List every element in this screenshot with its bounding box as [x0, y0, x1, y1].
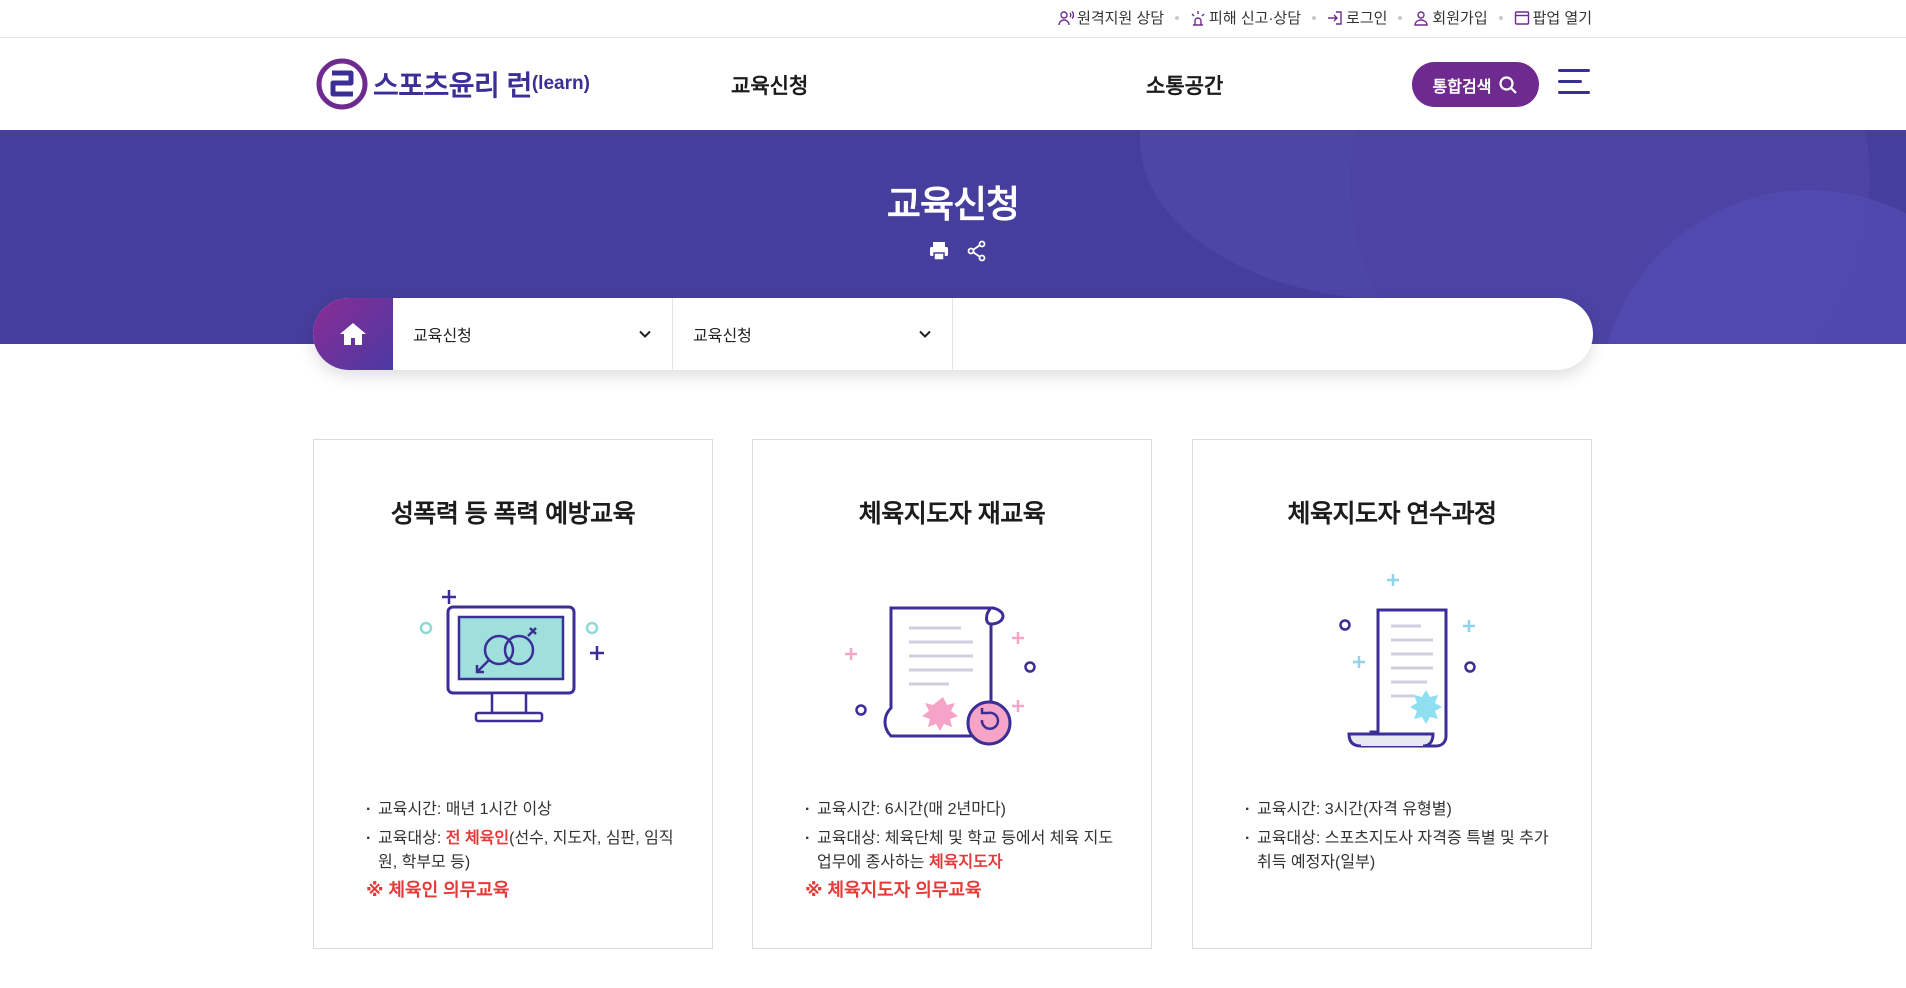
- home-icon: [340, 323, 366, 345]
- course-time: 교육시간: 6시간(매 2년마다): [805, 798, 1115, 822]
- document-certificate-icon: [1339, 574, 1476, 748]
- course-card-coach-training[interactable]: 체육지도자 연수과정 교육시간: 3시간(자격 유형별) 교육대상: 스포츠지도…: [1192, 439, 1592, 949]
- nav-community[interactable]: 소통공간: [1146, 70, 1223, 100]
- course-card-violence-prevention[interactable]: 성폭력 등 폭력 예방교육 교육시간: 매년 1시간 이상 교육대상: 전 체육…: [313, 439, 713, 949]
- share-icon[interactable]: [964, 238, 990, 264]
- home-button[interactable]: [313, 298, 393, 370]
- logo-subtext: (learn): [531, 73, 590, 94]
- course-title: 체육지도자 재교육: [858, 500, 1046, 528]
- report-label: 피해 신고·상담: [1209, 10, 1302, 27]
- user-icon: [1414, 10, 1429, 26]
- print-icon[interactable]: [926, 238, 952, 264]
- report-icon: [1191, 10, 1205, 26]
- signup-link[interactable]: 회원가입: [1413, 7, 1488, 28]
- course-target: 교육대상: 전 체육인(선수, 지도자, 심판, 임직원, 학부모 등): [366, 827, 676, 875]
- page-tools: [920, 238, 996, 264]
- course-target: 교육대상: 체육단체 및 학교 등에서 체육 지도 업무에 종사하는 체육지도자: [805, 827, 1115, 875]
- site-logo[interactable]: 스포츠윤리 런 (learn): [316, 58, 590, 110]
- login-label: 로그인: [1346, 10, 1388, 27]
- course-target-highlight: 전 체육인: [445, 830, 510, 847]
- course-info: 교육시간: 3시간(자격 유형별) 교육대상: 스포츠지도사 자격증 특별 및 …: [1245, 798, 1555, 875]
- search-button-label: 통합검색: [1432, 78, 1492, 96]
- login-link[interactable]: 로그인: [1327, 7, 1387, 28]
- course-title: 체육지도자 연수과정: [1287, 500, 1497, 528]
- popup-label: 팝업 열기: [1532, 10, 1592, 27]
- location-bar: 교육신청 교육신청: [313, 298, 1593, 370]
- chevron-down-icon: [919, 330, 931, 338]
- popup-open-link[interactable]: 팝업 열기: [1514, 7, 1592, 28]
- course-target-highlight: 체육지도자: [928, 854, 1003, 871]
- course-card-coach-retraining[interactable]: 체육지도자 재교육 교육시간: 6시간(매 2년마다) 교육대상: 체육단체 및…: [752, 439, 1152, 949]
- page-title: 교육신청: [886, 184, 1020, 225]
- logo-mark-icon: [316, 58, 368, 110]
- course-time: 교육시간: 3시간(자격 유형별): [1245, 798, 1555, 822]
- document-refresh-icon: [845, 606, 1036, 746]
- hamburger-line: [1558, 91, 1590, 94]
- course-time: 교육시간: 매년 1시간 이상: [366, 798, 676, 822]
- remote-support-icon: [1058, 10, 1075, 25]
- course-mandatory-note: ※ 체육인 의무교육: [366, 880, 510, 900]
- separator-dot: [1312, 15, 1317, 20]
- nav-education-apply[interactable]: 교육신청: [731, 70, 808, 100]
- chevron-down-icon: [639, 330, 651, 338]
- course-mandatory-note: ※ 체육지도자 의무교육: [805, 880, 982, 900]
- location-depth2-select[interactable]: 교육신청: [673, 298, 953, 370]
- course-target-prefix: 교육대상:: [378, 830, 446, 847]
- popup-icon: [1514, 10, 1529, 25]
- course-target: 교육대상: 스포츠지도사 자격증 특별 및 추가 취득 예정자(일부): [1245, 827, 1555, 875]
- course-info: 교육시간: 매년 1시간 이상 교육대상: 전 체육인(선수, 지도자, 심판,…: [366, 798, 676, 902]
- integrated-search-button[interactable]: 통합검색: [1412, 62, 1539, 107]
- search-icon: [1499, 75, 1518, 94]
- separator-dot: [1398, 15, 1403, 20]
- separator-dot: [1498, 15, 1503, 20]
- course-title: 성폭력 등 폭력 예방교육: [390, 500, 636, 528]
- logo-text: 스포츠윤리 런: [373, 70, 532, 101]
- course-info: 교육시간: 6시간(매 2년마다) 교육대상: 체육단체 및 학교 등에서 체육…: [805, 798, 1115, 902]
- hamburger-line: [1558, 69, 1590, 72]
- signup-label: 회원가입: [1432, 10, 1488, 27]
- remote-support-link[interactable]: 원격지원 상담: [1058, 7, 1164, 28]
- report-link[interactable]: 피해 신고·상담: [1190, 7, 1301, 28]
- separator-dot: [1175, 15, 1180, 20]
- all-menu-button[interactable]: [1558, 69, 1590, 97]
- site-header: 스포츠윤리 런 (learn) 교육신청 소통공간 통합검색: [0, 38, 1906, 130]
- utility-links: 원격지원 상담 피해 신고·상담 로그인 회원가입 팝업 열기: [1058, 7, 1592, 28]
- location-depth1-value: 교육신청: [413, 328, 472, 345]
- login-icon: [1328, 10, 1342, 25]
- location-depth2-value: 교육신청: [693, 328, 752, 345]
- utility-bar: 원격지원 상담 피해 신고·상담 로그인 회원가입 팝업 열기: [0, 0, 1906, 38]
- monitor-gender-icon: [419, 590, 604, 723]
- location-depth1-select[interactable]: 교육신청: [393, 298, 673, 370]
- hamburger-line: [1558, 80, 1582, 83]
- remote-support-label: 원격지원 상담: [1077, 10, 1165, 27]
